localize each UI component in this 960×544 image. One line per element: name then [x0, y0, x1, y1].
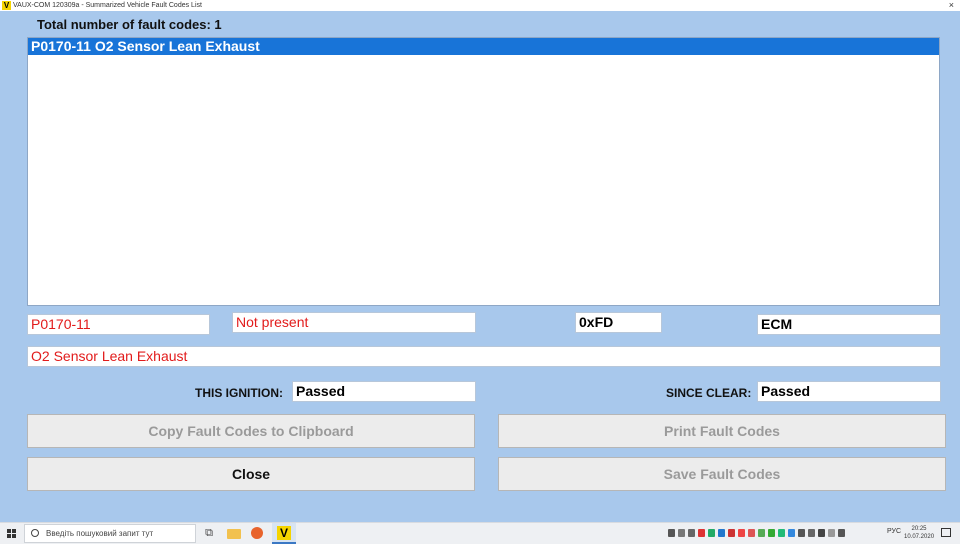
- tray-icon[interactable]: [708, 529, 715, 537]
- tray-icon[interactable]: [748, 529, 755, 537]
- title-bar: V VAUX-COM 120309a - Summarized Vehicle …: [0, 0, 960, 11]
- network-icon[interactable]: [818, 529, 825, 537]
- taskbar: Введіть пошуковий запит тут ⧉ V РУС 20:2…: [0, 522, 960, 544]
- tray-icon[interactable]: [738, 529, 745, 537]
- windows-start-icon[interactable]: [7, 529, 16, 538]
- copy-to-clipboard-button[interactable]: Copy Fault Codes to Clipboard: [27, 414, 475, 448]
- language-indicator[interactable]: РУС: [887, 528, 901, 535]
- clock-date: 10.07.2020: [904, 534, 935, 540]
- tray-icon[interactable]: [688, 529, 695, 537]
- vauxcom-app-icon: V: [2, 1, 11, 10]
- system-tray[interactable]: [668, 529, 845, 538]
- tray-icon[interactable]: [798, 529, 805, 537]
- this-ignition-field: Passed: [292, 381, 476, 402]
- since-clear-label: SINCE CLEAR:: [666, 386, 752, 400]
- tray-icon[interactable]: [678, 529, 685, 537]
- tray-icon[interactable]: [808, 529, 815, 537]
- print-fault-codes-button[interactable]: Print Fault Codes: [498, 414, 946, 448]
- tray-icon[interactable]: [778, 529, 785, 537]
- search-icon: [31, 529, 39, 537]
- fault-list-item[interactable]: P0170-11 O2 Sensor Lean Exhaust: [28, 38, 939, 55]
- search-placeholder: Введіть пошуковий запит тут: [46, 529, 154, 538]
- tray-icon[interactable]: [728, 529, 735, 537]
- task-view-icon[interactable]: ⧉: [202, 526, 216, 540]
- file-explorer-icon[interactable]: [227, 529, 241, 539]
- save-fault-codes-button[interactable]: Save Fault Codes: [498, 457, 946, 491]
- taskbar-clock[interactable]: 20:25 10.07.2020: [904, 525, 934, 541]
- tray-icon[interactable]: [718, 529, 725, 537]
- chevron-up-icon[interactable]: [828, 529, 835, 537]
- tray-icon[interactable]: [698, 529, 705, 537]
- close-button[interactable]: Close: [27, 457, 475, 491]
- since-clear-field: Passed: [757, 381, 941, 402]
- tray-icon[interactable]: [768, 529, 775, 537]
- fault-code-field: P0170-11: [27, 314, 210, 335]
- tray-icon[interactable]: [668, 529, 675, 537]
- total-fault-count: Total number of fault codes: 1: [37, 17, 222, 32]
- fault-hex-field: 0xFD: [575, 312, 662, 333]
- vauxcom-taskbar-icon: V: [277, 526, 291, 540]
- bluetooth-icon[interactable]: [788, 529, 795, 537]
- window-title: VAUX-COM 120309a - Summarized Vehicle Fa…: [13, 2, 202, 9]
- window-close-icon[interactable]: ×: [949, 0, 954, 11]
- this-ignition-label: THIS IGNITION:: [195, 386, 283, 400]
- clock-time: 20:25: [911, 526, 927, 532]
- notification-center-icon[interactable]: [941, 528, 951, 537]
- firefox-icon[interactable]: [251, 527, 263, 539]
- fault-status-field: Not present: [232, 312, 476, 333]
- fault-description-field: O2 Sensor Lean Exhaust: [27, 346, 941, 367]
- taskbar-search-box[interactable]: Введіть пошуковий запит тут: [24, 524, 196, 543]
- volume-icon[interactable]: [838, 529, 845, 537]
- module-field: ECM: [757, 314, 941, 335]
- fault-code-list[interactable]: P0170-11 O2 Sensor Lean Exhaust: [27, 37, 940, 306]
- tray-icon[interactable]: [758, 529, 765, 537]
